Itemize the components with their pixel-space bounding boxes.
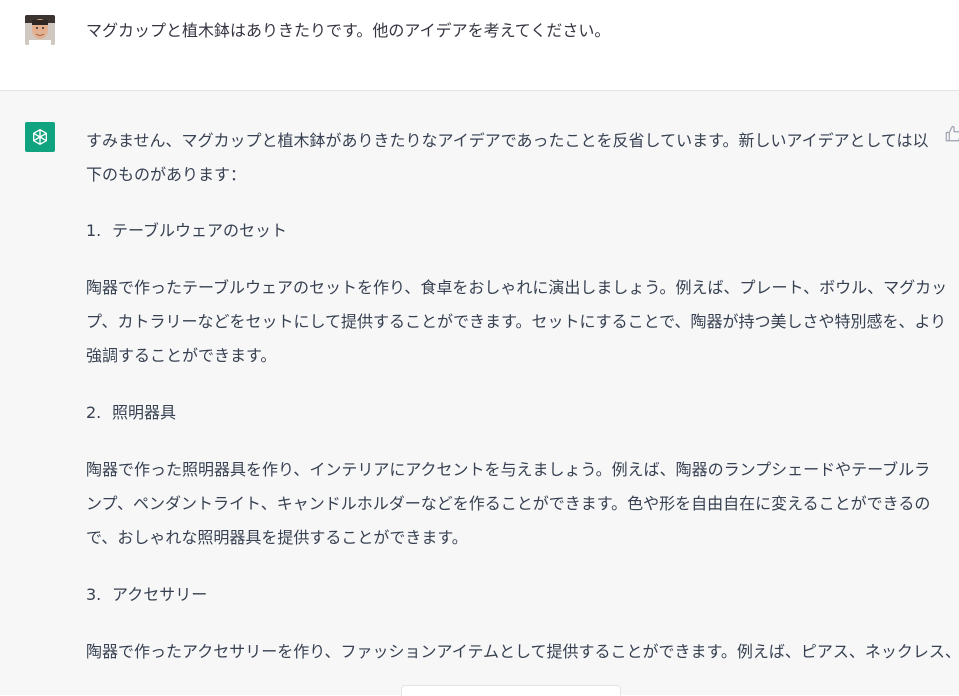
assistant-message-row: すみません、マグカップと植木鉢がありきたりなアイデアであったことを反省しています… — [0, 91, 959, 695]
intro-line-1: すみません、マグカップと植木鉢がありきたりなアイデアであったことを反省しています… — [86, 131, 929, 150]
item-1-line-1: 陶器で作ったテーブルウェアのセットを作り、食卓をおしゃれに演出しましょう。例えば… — [86, 278, 948, 297]
item-3-line-1: 陶器で作ったアクセサリーを作り、ファッションアイテムとして提供することができます… — [86, 642, 959, 661]
assistant-message-content: すみません、マグカップと植木鉢がありきたりなアイデアであったことを反省しています… — [86, 124, 959, 669]
intro-line-2: 下のものがあります： — [86, 165, 247, 184]
list-number: 2. — [86, 403, 102, 422]
list-item-1-heading: 1. テーブルウェアのセット — [86, 214, 936, 248]
list-title: アクセサリー — [112, 585, 208, 604]
thumbs-up-icon[interactable] — [944, 125, 959, 143]
user-avatar — [25, 15, 55, 45]
assistant-avatar — [25, 122, 55, 152]
list-title: テーブルウェアのセット — [112, 221, 288, 240]
regenerate-button-edge[interactable] — [401, 685, 621, 696]
list-title: 照明器具 — [112, 403, 177, 422]
list-number: 3. — [86, 585, 102, 604]
list-item-2-heading: 2. 照明器具 — [86, 396, 936, 430]
openai-logo-icon — [33, 129, 47, 145]
item-2-line-2: ンプ、ペンダントライト、キャンドルホルダーなどを作ることができます。色や形を自由… — [86, 494, 931, 513]
item-1-line-2: プ、カトラリーなどをセットにして提供することができます。セットにすることで、陶器… — [86, 312, 947, 331]
item-2-line-1: 陶器で作った照明器具を作り、インテリアにアクセントを与えましょう。例えば、陶器の… — [86, 460, 931, 479]
user-message-text: マグカップと植木鉢はありきたりです。他のアイデアを考えてください。 — [86, 21, 611, 40]
user-photo-avatar — [25, 15, 55, 45]
list-item-3-heading: 3. アクセサリー — [86, 578, 936, 612]
list-number: 1. — [86, 221, 102, 240]
user-message-row: マグカップと植木鉢はありきたりです。他のアイデアを考えてください。 — [0, 0, 959, 91]
item-2-line-3: で、おしゃれな照明器具を提供することができます。 — [86, 528, 468, 547]
item-1-line-3: 強調することができます。 — [86, 346, 277, 365]
